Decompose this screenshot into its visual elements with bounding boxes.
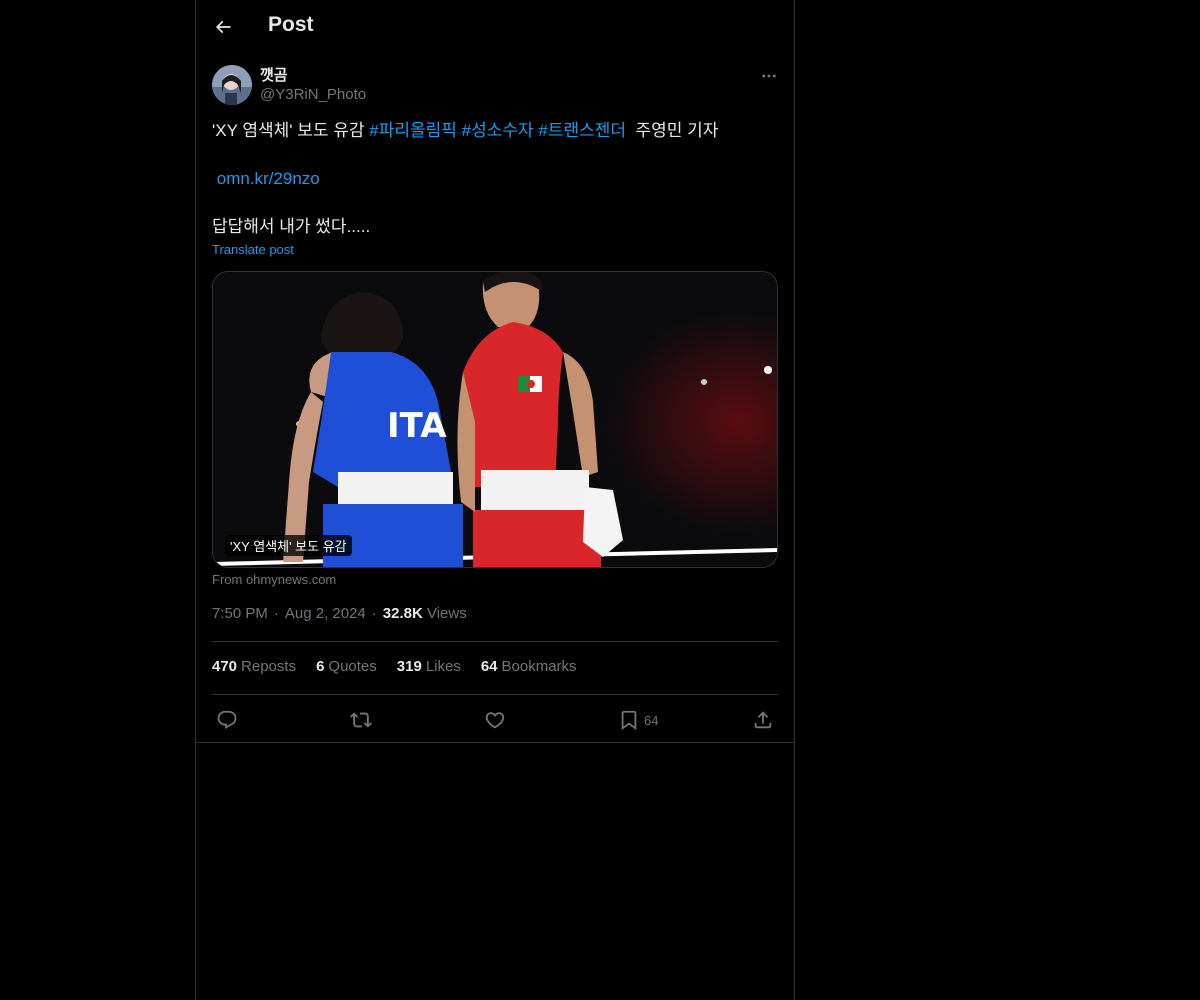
quotes-label: Quotes	[328, 658, 377, 675]
repost-button[interactable]	[350, 707, 372, 733]
separator-dot: ·	[273, 605, 279, 622]
bookmarks-label: Bookmarks	[501, 658, 577, 675]
likes-stat[interactable]: 319 Likes	[397, 658, 461, 675]
card-source[interactable]: From ohmynews.com	[212, 572, 336, 587]
link-card[interactable]: ITA 'XY 염색체' 보도 유감	[212, 271, 778, 568]
page-title: Post	[268, 13, 314, 36]
views-label: Views	[426, 605, 467, 622]
reporter-name: 주영민 기자	[630, 121, 719, 140]
article-link[interactable]: omn.kr/29nzo	[217, 169, 320, 188]
author-handle[interactable]: @Y3RiN_Photo	[260, 86, 366, 103]
engagement-stats: 470 Reposts 6 Quotes 319 Likes 64 Bookmarks	[212, 658, 577, 675]
quotes-count: 6	[316, 658, 325, 675]
bookmark-count: 64	[644, 712, 659, 728]
repost-icon	[350, 712, 372, 728]
hashtag-transgender[interactable]: #트랜스젠더	[538, 121, 626, 140]
post-header: Post	[196, 0, 794, 54]
post-time[interactable]: 7:50 PM	[212, 605, 268, 622]
action-bar: 64	[196, 705, 794, 735]
reply-icon	[217, 710, 237, 729]
share-icon	[754, 711, 772, 729]
card-caption: 'XY 염색체' 보도 유감	[225, 535, 352, 556]
heart-icon	[485, 712, 505, 729]
reposts-count: 470	[212, 658, 238, 675]
avatar-image	[212, 65, 252, 105]
bookmark-icon	[621, 710, 637, 731]
post-meta: 7:50 PM · Aug 2, 2024 · 32.8K Views	[212, 605, 467, 622]
tweet-empty-line	[212, 143, 778, 167]
post-bottom-border	[196, 742, 794, 743]
hashtag-sexual-minority[interactable]: #성소수자	[462, 121, 534, 140]
hashtag-paris-olympics[interactable]: #파리올림픽	[369, 121, 457, 140]
likes-label: Likes	[425, 658, 461, 675]
views-count: 32.8K	[382, 605, 423, 622]
avatar[interactable]	[212, 65, 252, 105]
more-icon	[762, 74, 776, 78]
card-image: ITA	[213, 272, 777, 567]
bookmarks-stat[interactable]: 64 Bookmarks	[481, 658, 577, 675]
quotes-stat[interactable]: 6 Quotes	[316, 658, 377, 675]
tweet-empty-line-2	[212, 191, 778, 215]
reposts-stat[interactable]: 470 Reposts	[212, 658, 296, 675]
tweet-line-3: 답답해서 내가 썼다.....	[212, 217, 371, 236]
back-button[interactable]	[212, 16, 234, 38]
share-button[interactable]	[752, 707, 774, 733]
separator-dot: ·	[371, 605, 377, 622]
post-date[interactable]: Aug 2, 2024	[285, 605, 366, 622]
tweet-text-plain: 'XY 염색체' 보도 유감	[212, 121, 370, 140]
likes-count: 319	[396, 658, 422, 675]
post-column: Post 꺳곰 @Y3RiN_Photo 'XY 염색체' 보도 유감 #파리올…	[195, 0, 795, 1000]
tweet-line-link: omn.kr/29nzo	[212, 167, 778, 191]
author-name[interactable]: 꺳곰	[260, 64, 288, 85]
tweet-text: 'XY 염색체' 보도 유감 #파리올림픽 #성소수자 #트랜스젠더 주영민 기…	[212, 119, 778, 239]
bookmark-button[interactable]: 64	[618, 707, 658, 733]
more-options-button[interactable]	[758, 65, 780, 87]
arrow-left-icon	[215, 20, 231, 34]
divider	[212, 641, 778, 642]
tweet-line-1: 'XY 염색체' 보도 유감 #파리올림픽 #성소수자 #트랜스젠더 주영민 기…	[212, 119, 778, 143]
jersey-text: ITA	[387, 406, 447, 446]
translate-post-link[interactable]: Translate post	[212, 242, 294, 257]
reposts-label: Reposts	[241, 658, 297, 675]
bookmarks-count: 64	[480, 658, 498, 675]
like-button[interactable]	[484, 707, 506, 733]
divider	[212, 694, 778, 695]
reply-button[interactable]	[216, 707, 238, 733]
